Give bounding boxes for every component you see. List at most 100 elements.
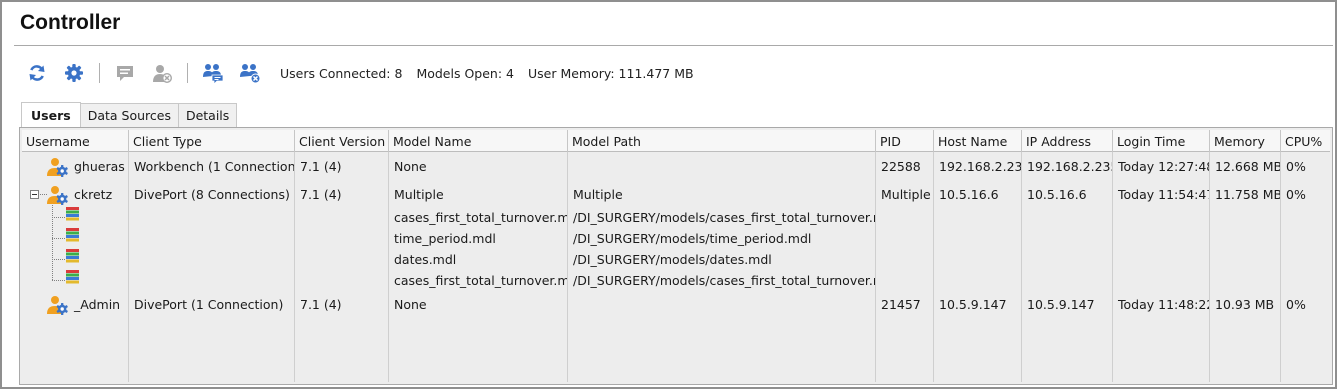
disconnect-user-icon <box>153 65 172 83</box>
cell-model-path: /DI_SURGERY/models/time_period.mdl <box>573 231 812 246</box>
toolbar: Users Connected: 8 Models Open: 4 User M… <box>24 60 708 86</box>
cell-client-version: 7.1 (4) <box>300 159 342 174</box>
cell-client-type: DivePort (8 Connections) <box>134 187 290 202</box>
column-header-username[interactable]: Username <box>22 130 129 152</box>
disconnect-all-users-button[interactable] <box>237 60 263 86</box>
column-header-cpu[interactable]: CPU% <box>1281 130 1330 152</box>
cell-model-path: /DI_SURGERY/models/dates.mdl <box>573 252 772 267</box>
users-connected-stat: Users Connected: 8 <box>280 65 403 81</box>
message-icon <box>117 66 133 81</box>
table-header: Username Client Type Client Version Model N… <box>22 130 1330 152</box>
cell-username: _Admin <box>74 297 121 312</box>
cell-memory: 10.93 MB <box>1215 297 1275 312</box>
column-header-model-name[interactable]: Model Name <box>389 130 568 152</box>
users-disconnect-icon <box>240 64 261 84</box>
cell-model-name: None <box>394 297 427 312</box>
collapse-toggle[interactable] <box>30 190 39 199</box>
user-memory-stat: User Memory: 111.477 MB <box>527 65 694 81</box>
tree-connector <box>52 238 65 239</box>
cell-client-version: 7.1 (4) <box>300 187 342 202</box>
column-header-memory[interactable]: Memory <box>1210 130 1281 152</box>
cell-model-name: time_period.mdl <box>394 231 496 246</box>
child-row[interactable]: cases_first_total_turnover.mdl/DI_SURGER… <box>22 270 1330 291</box>
tree-connector <box>52 217 65 218</box>
cell-model-path: /DI_SURGERY/models/cases_first_total_tur… <box>573 210 875 225</box>
stats-bar: Users Connected: 8 Models Open: 4 User M… <box>280 66 708 81</box>
model-icon <box>66 228 79 242</box>
cell-login-time: Today 12:27:48 <box>1118 159 1209 174</box>
tree-connector <box>52 280 65 281</box>
user-icon <box>47 157 69 177</box>
cell-client-type: DivePort (1 Connection) <box>134 297 284 312</box>
user-icon <box>47 185 69 205</box>
cell-ip-address: 192.168.2.235 <box>1027 159 1112 174</box>
cell-model-name: cases_first_total_turnover.mdl <box>394 210 567 225</box>
child-row[interactable]: dates.mdl/DI_SURGERY/models/dates.mdl <box>22 249 1330 270</box>
cell-pid: 22588 <box>881 159 921 174</box>
cell-model-name: cases_first_total_turnover.mdl <box>394 273 567 288</box>
cell-host-name: 192.168.2.235 <box>939 159 1021 174</box>
cell-model-name: Multiple <box>394 187 444 202</box>
cell-model-name: None <box>394 159 427 174</box>
column-header-client-type[interactable]: Client Type <box>129 130 295 152</box>
minus-icon <box>32 194 37 195</box>
table-row[interactable]: ckretz DivePort (8 Connections) 7.1 (4) Mul… <box>22 184 1330 205</box>
window-title: Controller <box>20 11 121 34</box>
cell-pid: 21457 <box>881 297 921 312</box>
column-header-model-path[interactable]: Model Path <box>568 130 876 152</box>
tree-connector <box>40 194 47 195</box>
refresh-button[interactable] <box>24 60 50 86</box>
cell-login-time: Today 11:48:22 <box>1118 297 1209 312</box>
table-body: ghueras Workbench (1 Connection) 7.1 (4) No… <box>22 152 1330 382</box>
cell-memory: 12.668 MB <box>1215 159 1280 174</box>
column-header-login-time[interactable]: Login Time <box>1113 130 1210 152</box>
child-row[interactable]: cases_first_total_turnover.mdl/DI_SURGER… <box>22 207 1330 228</box>
table-row[interactable]: ghueras Workbench (1 Connection) 7.1 (4) No… <box>22 156 1330 177</box>
toolbar-separator <box>99 63 100 83</box>
cell-cpu: 0% <box>1286 159 1306 174</box>
title-divider <box>14 45 1333 46</box>
message-all-users-button[interactable] <box>200 60 226 86</box>
cell-ip-address: 10.5.9.147 <box>1027 297 1095 312</box>
settings-button[interactable] <box>61 60 87 86</box>
tab-details[interactable]: Details <box>177 103 238 127</box>
cell-client-type: Workbench (1 Connection) <box>134 159 294 174</box>
user-icon <box>47 295 69 315</box>
cell-username: ckretz <box>74 187 113 202</box>
send-message-button[interactable] <box>112 60 138 86</box>
cell-model-path <box>568 294 875 315</box>
cell-cpu: 0% <box>1286 187 1306 202</box>
gear-icon <box>65 64 83 82</box>
cell-host-name: 10.5.9.147 <box>939 297 1007 312</box>
cell-model-name: dates.mdl <box>394 252 457 267</box>
tree-connector <box>52 205 53 280</box>
model-icon <box>66 249 79 263</box>
cell-host-name: 10.5.16.6 <box>939 187 999 202</box>
cell-username: ghueras <box>74 159 125 174</box>
users-message-icon <box>203 64 224 84</box>
model-icon <box>66 207 79 221</box>
tab-users[interactable]: Users <box>21 102 81 127</box>
toolbar-separator <box>187 63 188 83</box>
refresh-icon <box>29 65 45 81</box>
models-open-stat: Models Open: 4 <box>416 65 514 81</box>
column-header-pid[interactable]: PID <box>876 130 934 152</box>
tab-data-sources[interactable]: Data Sources <box>79 103 179 127</box>
controller-window: Controller Users Connected: 8 Models Ope… <box>0 0 1337 389</box>
cell-memory: 11.758 MB <box>1215 187 1280 202</box>
cell-pid: Multiple <box>881 187 931 202</box>
users-table: Username Client Type Client Version Model N… <box>19 127 1333 385</box>
model-icon <box>66 270 79 284</box>
cell-ip-address: 10.5.16.6 <box>1027 187 1087 202</box>
disconnect-user-button[interactable] <box>149 60 175 86</box>
child-row[interactable]: time_period.mdl/DI_SURGERY/models/time_p… <box>22 228 1330 249</box>
cell-login-time: Today 11:54:47 <box>1118 187 1209 202</box>
cell-model-path <box>568 156 875 177</box>
cell-cpu: 0% <box>1286 297 1306 312</box>
column-header-client-version[interactable]: Client Version <box>295 130 389 152</box>
column-header-ip-address[interactable]: IP Address <box>1022 130 1113 152</box>
cell-model-path: Multiple <box>573 187 623 202</box>
column-header-host-name[interactable]: Host Name <box>934 130 1022 152</box>
table-row[interactable]: _Admin DivePort (1 Connection) 7.1 (4) None… <box>22 294 1330 315</box>
cell-model-path: /DI_SURGERY/models/cases_first_total_tur… <box>573 273 875 288</box>
